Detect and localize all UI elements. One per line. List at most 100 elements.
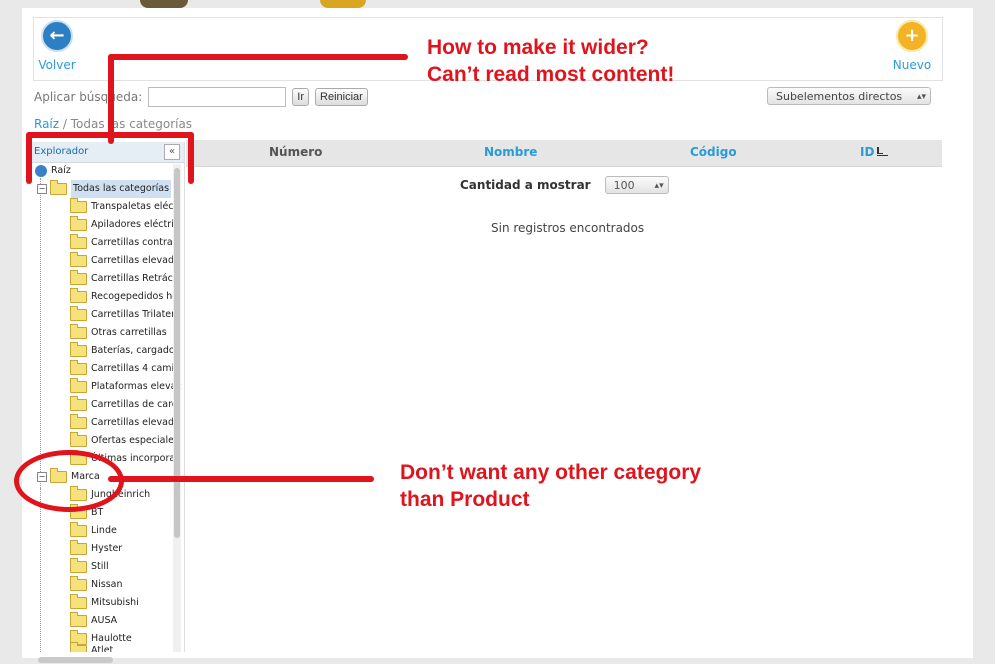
folder-icon [70,642,87,652]
back-arrow-icon: ← [41,20,73,52]
tree-node-label: Carretillas Trilater [91,309,176,320]
collapse-panel-button[interactable]: « [164,144,180,160]
tree-node[interactable]: Plataformas elevac [70,378,182,396]
tree-node[interactable]: Carretillas elevadc [70,252,179,270]
folder-icon [70,306,87,321]
folder-icon [70,558,87,573]
tree-node-label: Carretillas 4 camir [91,363,179,374]
folder-icon [50,180,67,195]
annotation-text-bottom: Don’t want any other category than Produ… [400,459,701,513]
search-label: Aplicar búsqueda: [34,90,143,104]
tree-node[interactable]: Linde [70,522,117,540]
tree-guide-line [40,488,41,652]
tree-node-label: Mitsubishi [91,597,139,608]
column-header-code[interactable]: Código [690,145,737,159]
tree-node[interactable]: Hyster [70,540,122,558]
tree-node[interactable]: Mitsubishi [70,594,139,612]
breadcrumb-separator: / [62,117,67,131]
folder-icon [70,396,87,411]
select-arrows-icon: ▴▾ [916,92,926,102]
tree-node-label: Linde [91,525,117,536]
tree-node[interactable]: Baterías, cargadoi [70,342,177,360]
annotation-line: Don’t want any other category [400,461,702,484]
tree-node[interactable]: Apiladores eléctric [70,216,179,234]
scope-select[interactable]: Subelementos directos ▴▾ [767,87,931,105]
folder-icon [70,432,87,447]
explorer-header: Explorador « [30,142,184,163]
empty-message: Sin registros encontrados [491,221,645,235]
folder-icon [70,252,87,267]
tree-node[interactable]: Atlet [70,642,113,652]
folder-icon [70,540,87,555]
tree-node-label: Nissan [91,579,123,590]
explorer-horizontal-scrollbar[interactable] [38,657,113,663]
tree-node-label: Carretillas elevadc [91,255,180,266]
annotation-stroke [26,132,194,138]
scrollbar-thumb[interactable] [174,168,180,538]
tree-node-label: Baterías, cargadoi [91,345,178,356]
tree-node-label: AUSA [91,615,118,626]
folder-icon [70,576,87,591]
go-button[interactable]: Ir [292,88,310,106]
explorer-title: Explorador [34,146,89,157]
column-header-id-label: ID [860,145,875,159]
explorer-panel: Explorador « Raíz − Todas las categorías… [30,142,185,652]
plus-icon: + [896,20,928,52]
annotation-stroke [108,476,374,482]
quantity-select[interactable]: 100 ▴▾ [604,176,669,194]
folder-icon [70,270,87,285]
tree-node[interactable]: Carretillas Trilater [70,306,175,324]
column-header-name[interactable]: Nombre [484,145,537,159]
folder-icon [70,216,87,231]
back-button-label: Volver [38,58,76,72]
explorer-vertical-scrollbar[interactable] [173,164,181,652]
folder-icon [70,378,87,393]
tree-node-label: Recogepedidos hc [91,291,178,302]
column-header-id[interactable]: ID [860,145,889,159]
tree-node-label: Still [91,561,109,572]
tree-node-label: Ofertas especiales [91,435,179,446]
tree-node[interactable]: Carretillas contrap [70,234,179,252]
new-button-label: Nuevo [892,58,932,72]
tree-node[interactable]: Carretillas de carç [70,396,177,414]
tree-node-label: Transpaletas eléct [91,201,178,212]
scope-select-value: Subelementos directos [776,90,903,103]
tree-node[interactable]: Ofertas especiales [70,432,179,450]
search-bar: Aplicar búsqueda: Ir Reiniciar [34,86,368,108]
annotation-stroke [108,54,114,144]
quantity-select-value: 100 [613,179,635,192]
column-header-number[interactable]: Número [269,145,322,159]
tree-guide-line [40,178,41,488]
annotation-line: How to make it wider? [427,36,649,59]
annotation-line: Can’t read most content! [427,63,675,86]
quantity-label: Cantidad a mostrar [460,178,591,192]
tree-node[interactable]: Nissan [70,576,123,594]
tree-node-label: Carretillas de carç [91,399,178,410]
folder-icon [70,234,87,249]
grid-header: Número Nombre Código ID [186,140,942,167]
reset-button[interactable]: Reiniciar [315,88,368,106]
tree-node[interactable]: AUSA [70,612,117,630]
sort-descending-icon [877,147,889,156]
tree-node-all-categories[interactable]: − Todas las categorías [37,180,172,198]
tree-node[interactable]: Carretillas elevad [70,414,174,432]
tree-node[interactable]: Still [70,558,109,576]
select-arrows-icon: ▴▾ [654,181,664,191]
breadcrumb-root-link[interactable]: Raíz [34,117,59,131]
folder-icon [70,198,87,213]
tree-node[interactable]: Carretillas 4 camir [70,360,178,378]
search-input[interactable] [148,87,287,107]
tree-node[interactable]: Recogepedidos hc [70,288,178,306]
collapse-minus-icon[interactable]: − [37,184,47,194]
tree-node-root[interactable]: Raíz [35,162,71,180]
annotation-stroke [188,132,194,184]
new-button[interactable]: + Nuevo [892,20,932,72]
tree-node-label: Hyster [91,543,123,554]
tree-node[interactable]: Transpaletas eléct [70,198,177,216]
tree-node-label: Carretillas elevad [91,417,174,428]
quantity-control: Cantidad a mostrar 100 ▴▾ [460,176,669,194]
tree-node[interactable]: Otras carretillas [70,324,167,342]
tree-node[interactable]: Carretillas Retráct [70,270,177,288]
back-button[interactable]: ← Volver [37,20,77,72]
folder-icon [70,360,87,375]
